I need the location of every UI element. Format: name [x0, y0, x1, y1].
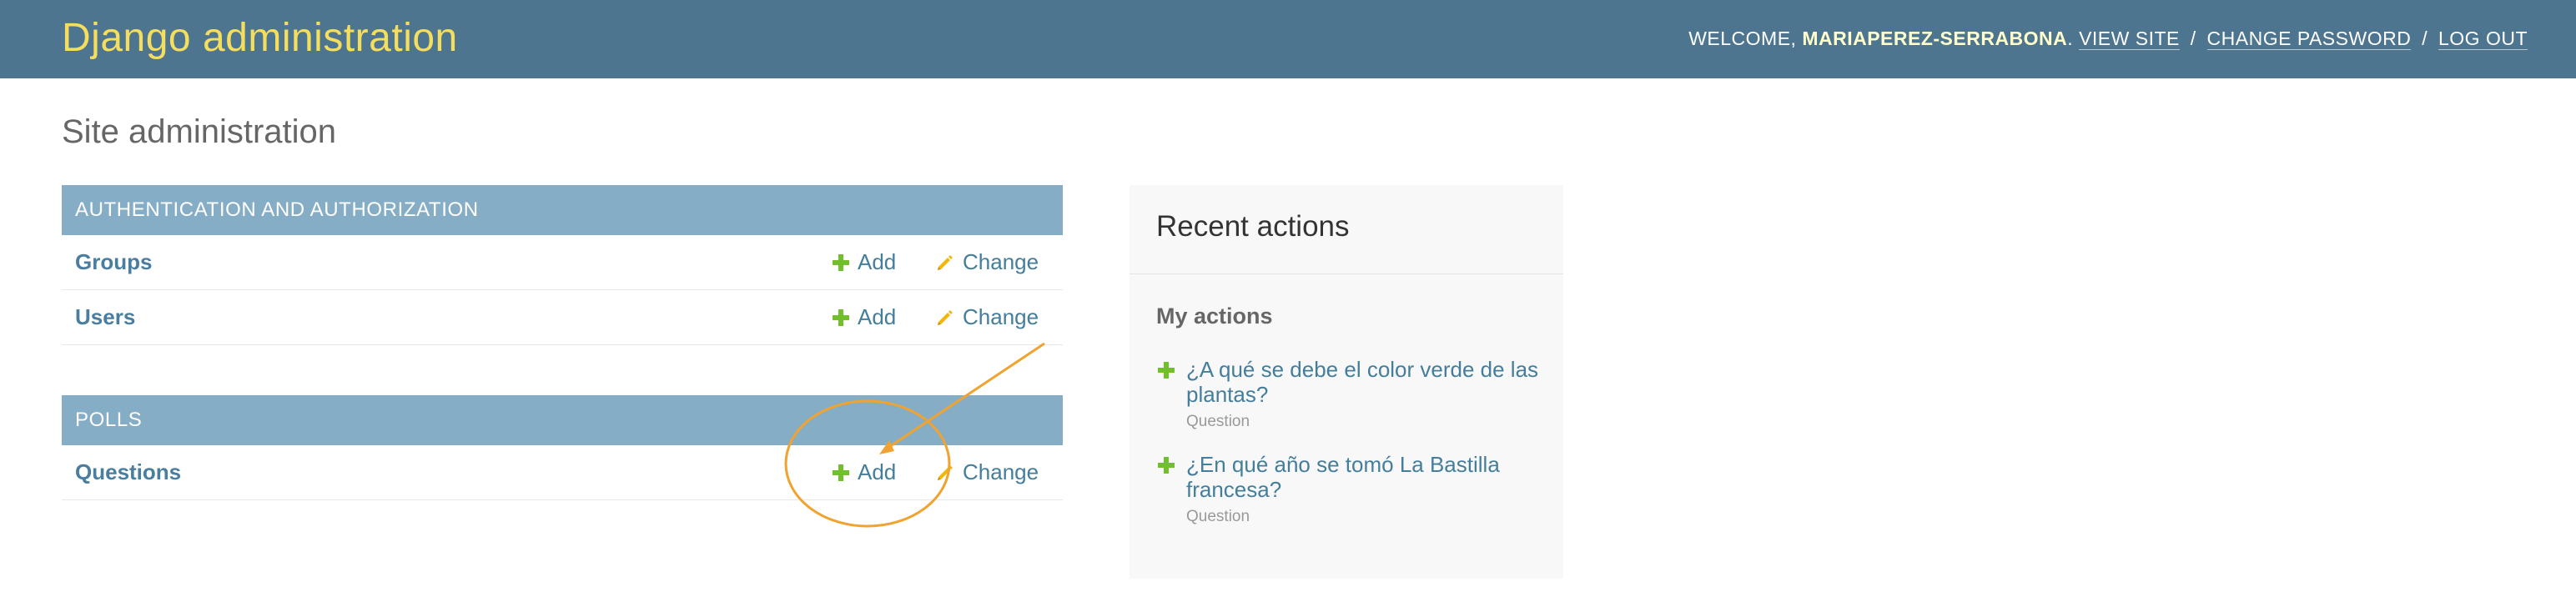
- module-caption[interactable]: Polls: [62, 395, 1063, 445]
- change-label: Change: [963, 304, 1039, 329]
- add-label: Add: [858, 249, 897, 274]
- app-module-auth: Authentication and Authorization Groups …: [62, 185, 1063, 345]
- header: Django administration Welcome, mariapere…: [0, 0, 2576, 78]
- separator: /: [2422, 28, 2428, 49]
- module-caption[interactable]: Authentication and Authorization: [62, 185, 1063, 235]
- model-link-users[interactable]: Users: [75, 304, 135, 330]
- change-password-link[interactable]: Change password: [2206, 28, 2412, 50]
- plus-icon: [833, 254, 849, 271]
- model-row-users: Users Add Change: [62, 290, 1063, 345]
- model-row-groups: Groups Add Change: [62, 235, 1063, 290]
- view-site-link[interactable]: View site: [2079, 28, 2180, 50]
- model-link-groups[interactable]: Groups: [75, 248, 152, 275]
- recent-actions-panel: Recent actions My actions ¿A qué se debe…: [1130, 185, 1563, 579]
- change-label: Change: [963, 459, 1039, 484]
- recent-action-type: Question: [1186, 413, 1250, 430]
- add-groups-button[interactable]: Add: [833, 248, 896, 275]
- add-questions-button[interactable]: Add: [833, 459, 896, 485]
- log-out-link[interactable]: Log out: [2438, 28, 2528, 50]
- welcome-period: .: [2067, 28, 2074, 49]
- model-link-questions[interactable]: Questions: [75, 459, 181, 485]
- pencil-icon: [938, 255, 953, 270]
- site-branding[interactable]: Django administration: [62, 12, 458, 65]
- my-actions-heading: My actions: [1156, 304, 1273, 329]
- app-module-polls: Polls Questions Add Change: [62, 395, 1063, 500]
- change-questions-button[interactable]: Change: [936, 459, 1039, 485]
- model-row-questions: Questions Add Change: [62, 445, 1063, 500]
- plus-icon: [833, 309, 849, 326]
- change-groups-button[interactable]: Change: [936, 248, 1039, 275]
- pencil-icon: [938, 310, 953, 325]
- welcome-text: Welcome,: [1688, 28, 1803, 49]
- plus-icon: [833, 464, 849, 481]
- plus-icon: [1158, 362, 1175, 379]
- pencil-icon: [938, 465, 953, 480]
- recent-action-type: Question: [1186, 508, 1250, 525]
- plus-icon: [1158, 457, 1175, 474]
- page-title: Site administration: [62, 113, 337, 150]
- user-tools: Welcome, mariaperez-serrabona. View site…: [1688, 25, 2528, 52]
- change-label: Change: [963, 249, 1039, 274]
- recent-actions-title: Recent actions: [1156, 210, 1350, 243]
- add-label: Add: [858, 459, 897, 484]
- recent-action-link[interactable]: ¿En qué año se tomó La Bastilla francesa…: [1186, 452, 1545, 502]
- divider: [1130, 273, 1563, 274]
- separator: /: [2190, 28, 2196, 49]
- add-label: Add: [858, 304, 897, 329]
- recent-action-link[interactable]: ¿A qué se debe el color verde de las pla…: [1186, 357, 1545, 407]
- username: mariaperez-serrabona: [1802, 28, 2068, 49]
- add-users-button[interactable]: Add: [833, 304, 896, 330]
- change-users-button[interactable]: Change: [936, 304, 1039, 330]
